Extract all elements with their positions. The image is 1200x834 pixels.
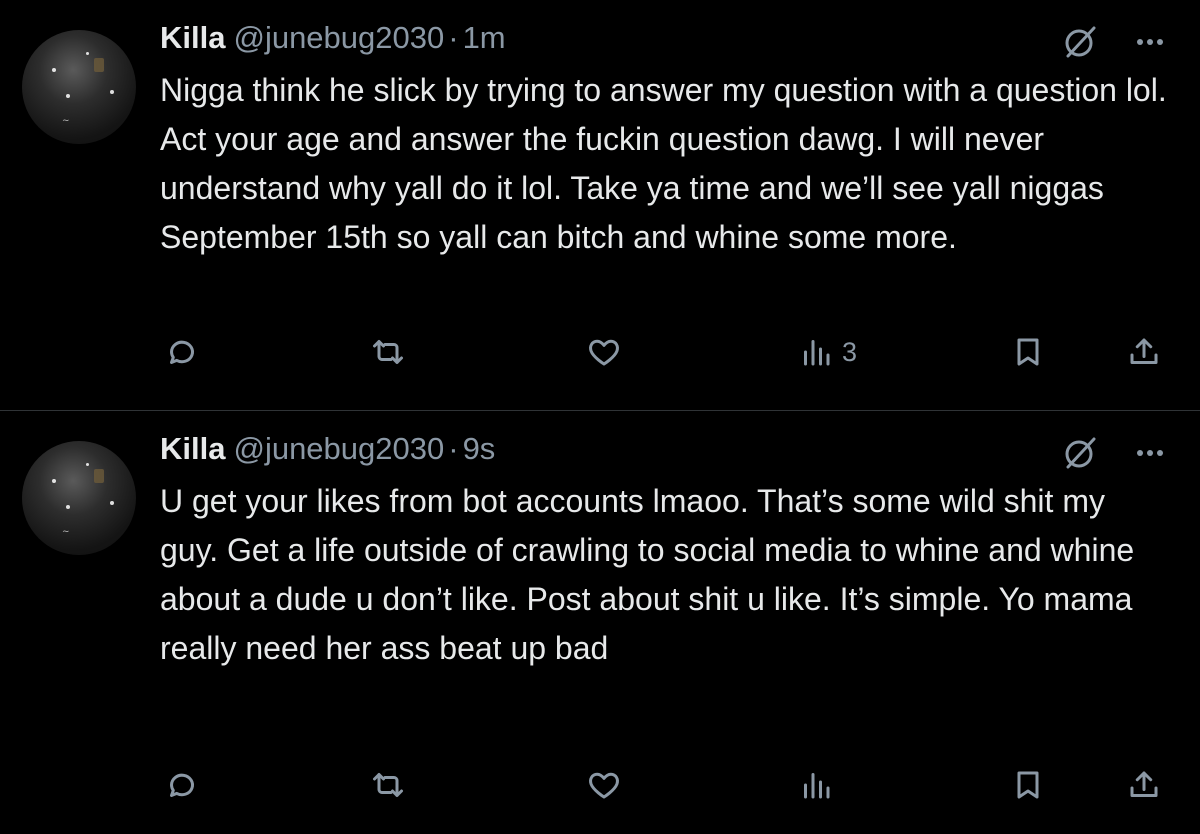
repost-button[interactable]	[370, 330, 406, 374]
reply-button[interactable]	[164, 330, 200, 374]
avatar-signature: ~	[62, 527, 70, 537]
share-button[interactable]	[1126, 763, 1162, 807]
share-button[interactable]	[1126, 330, 1162, 374]
avatar-glint	[86, 52, 89, 55]
reply-button[interactable]	[164, 763, 200, 807]
share-icon	[1130, 338, 1158, 364]
user-handle[interactable]: @junebug2030	[233, 20, 444, 55]
tweet-text: Nigga think he slick by trying to answer…	[160, 72, 1167, 255]
display-name[interactable]: Killa	[160, 20, 225, 55]
avatar[interactable]: ~	[22, 441, 136, 555]
bookmark-button[interactable]	[1010, 330, 1046, 374]
grok-icon[interactable]	[1060, 22, 1100, 62]
heart-icon	[589, 339, 619, 366]
views-icon	[804, 773, 830, 799]
action-bar: 3	[0, 330, 1200, 374]
repost-icon	[373, 340, 403, 364]
avatar-glint	[52, 479, 56, 483]
avatar[interactable]: ~	[22, 30, 136, 144]
avatar-glint	[66, 94, 70, 98]
avatar-glint	[110, 501, 114, 505]
views-button[interactable]: 3	[798, 330, 857, 374]
avatar-glint	[110, 90, 114, 94]
avatar-glint	[86, 463, 89, 466]
like-button[interactable]	[586, 330, 622, 374]
tweet-text: U get your likes from bot accounts lmaoo…	[160, 483, 1135, 666]
timestamp[interactable]: 1m	[463, 20, 506, 55]
separator: ·	[448, 431, 459, 466]
tweet-header: Killa @junebug2030 · 1m	[160, 18, 506, 58]
share-icon	[1130, 771, 1158, 797]
bookmark-button[interactable]	[1010, 763, 1046, 807]
reply-icon	[169, 773, 194, 797]
user-handle[interactable]: @junebug2030	[233, 431, 444, 466]
more-icon[interactable]	[1130, 433, 1170, 473]
avatar-glint	[52, 68, 56, 72]
bookmark-icon	[1017, 338, 1039, 366]
reply-icon	[169, 340, 194, 364]
heart-icon	[589, 772, 619, 799]
repost-icon	[373, 773, 403, 797]
display-name[interactable]: Killa	[160, 431, 225, 466]
repost-button[interactable]	[370, 763, 406, 807]
tweet[interactable]: ~ Killa @junebug2030 · 1m Nigga think he sl…	[0, 0, 1200, 410]
views-count: 3	[842, 336, 858, 367]
avatar-bottle	[94, 58, 104, 72]
bookmark-icon	[1017, 771, 1039, 799]
tweet-header: Killa @junebug2030 · 9s	[160, 429, 495, 469]
more-icon[interactable]	[1130, 22, 1170, 62]
separator: ·	[448, 20, 459, 55]
tweet[interactable]: ~ Killa @junebug2030 · 9s U get your likes …	[0, 411, 1200, 834]
views-icon	[804, 340, 830, 366]
views-button[interactable]	[798, 763, 842, 807]
avatar-bottle	[94, 469, 104, 483]
avatar-glint	[66, 505, 70, 509]
action-bar	[0, 763, 1200, 807]
like-button[interactable]	[586, 763, 622, 807]
avatar-signature: ~	[62, 116, 70, 126]
grok-icon[interactable]	[1060, 433, 1100, 473]
timestamp[interactable]: 9s	[463, 431, 496, 466]
